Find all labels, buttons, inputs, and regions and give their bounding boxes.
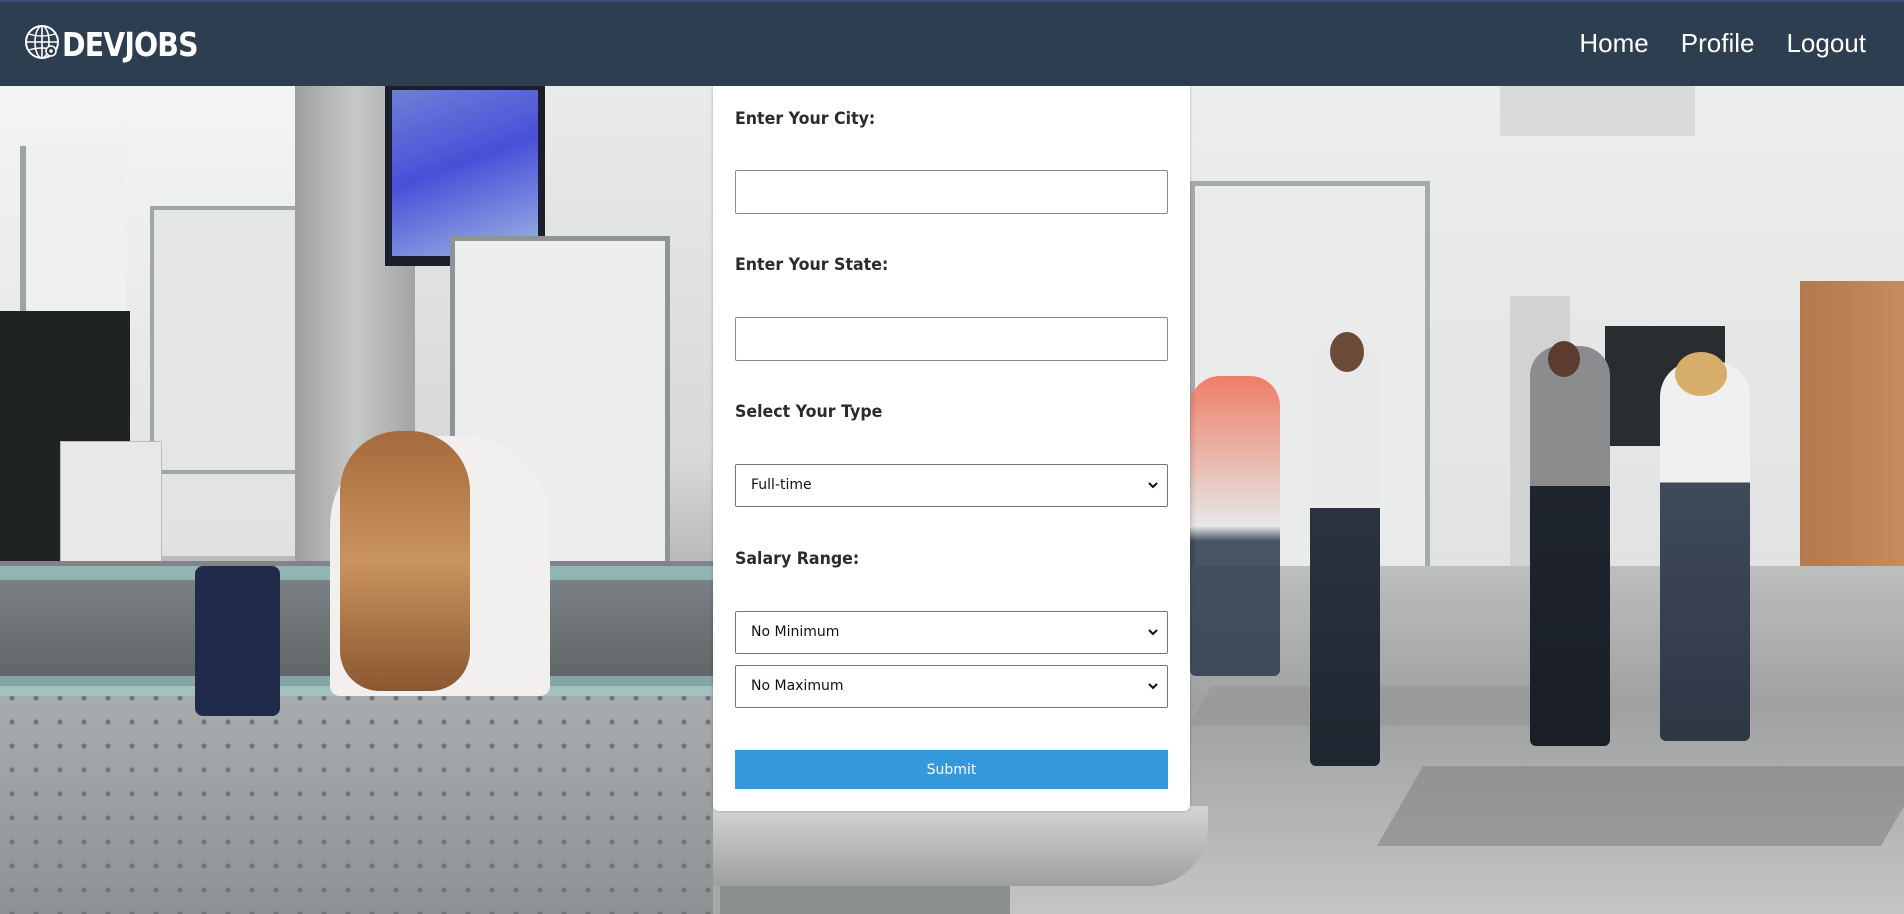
state-label: Enter Your State: (735, 255, 889, 275)
job-search-form: Enter Your City: Enter Your State: Selec… (713, 86, 1190, 811)
globe-gear-icon (24, 20, 60, 69)
submit-button[interactable]: Submit (735, 750, 1168, 789)
city-input[interactable] (735, 170, 1168, 214)
salary-min-select[interactable]: No Minimum (735, 611, 1168, 654)
nav-link-profile[interactable]: Profile (1681, 28, 1755, 59)
nav-link-logout[interactable]: Logout (1786, 28, 1866, 59)
city-label: Enter Your City: (735, 109, 876, 129)
nav-links: Home Profile Logout (1579, 28, 1866, 59)
brand-name: DEVJOBS (62, 24, 199, 64)
type-label: Select Your Type (735, 402, 883, 422)
chevron-down-icon (1148, 629, 1158, 636)
salary-max-select[interactable]: No Maximum (735, 665, 1168, 708)
chevron-down-icon (1148, 482, 1158, 489)
type-select[interactable]: Full-time (735, 464, 1168, 507)
page: DEVJOBS Home Profile Logout Enter Your C… (0, 0, 1904, 914)
nav-link-home[interactable]: Home (1579, 28, 1648, 59)
state-input[interactable] (735, 317, 1168, 361)
salary-label: Salary Range: (735, 549, 860, 569)
brand-logo[interactable]: DEVJOBS (24, 20, 220, 68)
chevron-down-icon (1148, 683, 1158, 690)
type-selected-value: Full-time (751, 477, 812, 493)
salary-min-selected-value: No Minimum (751, 624, 840, 640)
salary-max-selected-value: No Maximum (751, 678, 844, 694)
navbar: DEVJOBS Home Profile Logout (0, 0, 1904, 86)
